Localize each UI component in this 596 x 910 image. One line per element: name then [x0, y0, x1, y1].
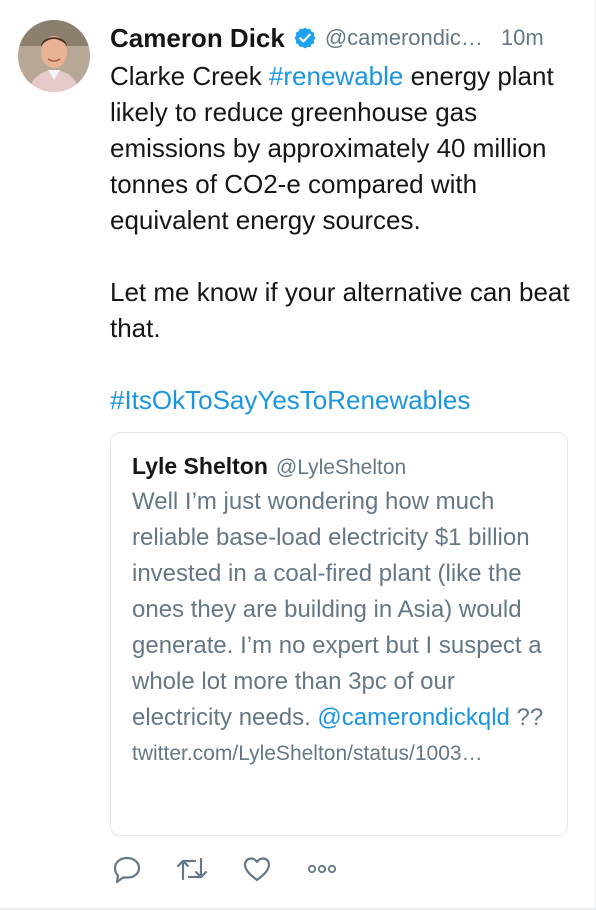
tweet-actions	[110, 852, 370, 886]
quoted-tweet-text: Well I’m just wondering how much reliabl…	[132, 484, 547, 736]
quoted-text-tail: ??	[509, 704, 544, 731]
reply-icon	[113, 856, 141, 884]
retweet-icon	[176, 857, 208, 881]
quoted-tweet-url[interactable]: twitter.com/LyleShelton/status/1003…	[132, 736, 550, 772]
quoted-tweet-header: Lyle Shelton @LyleShelton	[132, 453, 547, 480]
author-name[interactable]: Cameron Dick	[110, 23, 285, 54]
tweet-text: Clarke Creek #renewable energy plant lik…	[110, 58, 570, 418]
more-button[interactable]	[305, 852, 339, 886]
retweet-button[interactable]	[175, 852, 209, 886]
like-button[interactable]	[240, 852, 274, 886]
tweet-header: Cameron Dick @camerondickqld 10m	[110, 18, 570, 58]
tweet-content: Cameron Dick @camerondickqld 10m Clarke …	[110, 18, 570, 418]
tweet-text-part1: Clarke Creek	[110, 61, 269, 91]
avatar[interactable]	[18, 20, 90, 92]
tweet-timestamp[interactable]: 10m	[501, 25, 544, 51]
quoted-mention-link[interactable]: @camerondickqld	[317, 704, 509, 731]
quoted-author-handle: @LyleShelton	[275, 456, 407, 479]
more-icon	[307, 864, 337, 874]
hashtag-itsoktosayyes-link[interactable]: #ItsOkToSayYesToRenewables	[110, 385, 470, 415]
tweet-text-part2: energy plant likely to reduce greenhouse…	[110, 61, 570, 343]
quoted-tweet[interactable]: Lyle Shelton @LyleShelton Well I’m just …	[110, 432, 568, 836]
verified-badge-icon	[294, 27, 316, 49]
heart-icon	[243, 857, 271, 882]
quoted-text-body: Well I’m just wondering how much reliabl…	[132, 488, 549, 731]
quoted-author-name: Lyle Shelton	[132, 453, 268, 479]
tweet-card[interactable]: Cameron Dick @camerondickqld 10m Clarke …	[0, 0, 596, 910]
avatar-image	[18, 20, 90, 92]
reply-button[interactable]	[110, 852, 144, 886]
author-handle[interactable]: @camerondickqld	[325, 25, 487, 51]
hashtag-renewable-link[interactable]: #renewable	[269, 61, 403, 91]
